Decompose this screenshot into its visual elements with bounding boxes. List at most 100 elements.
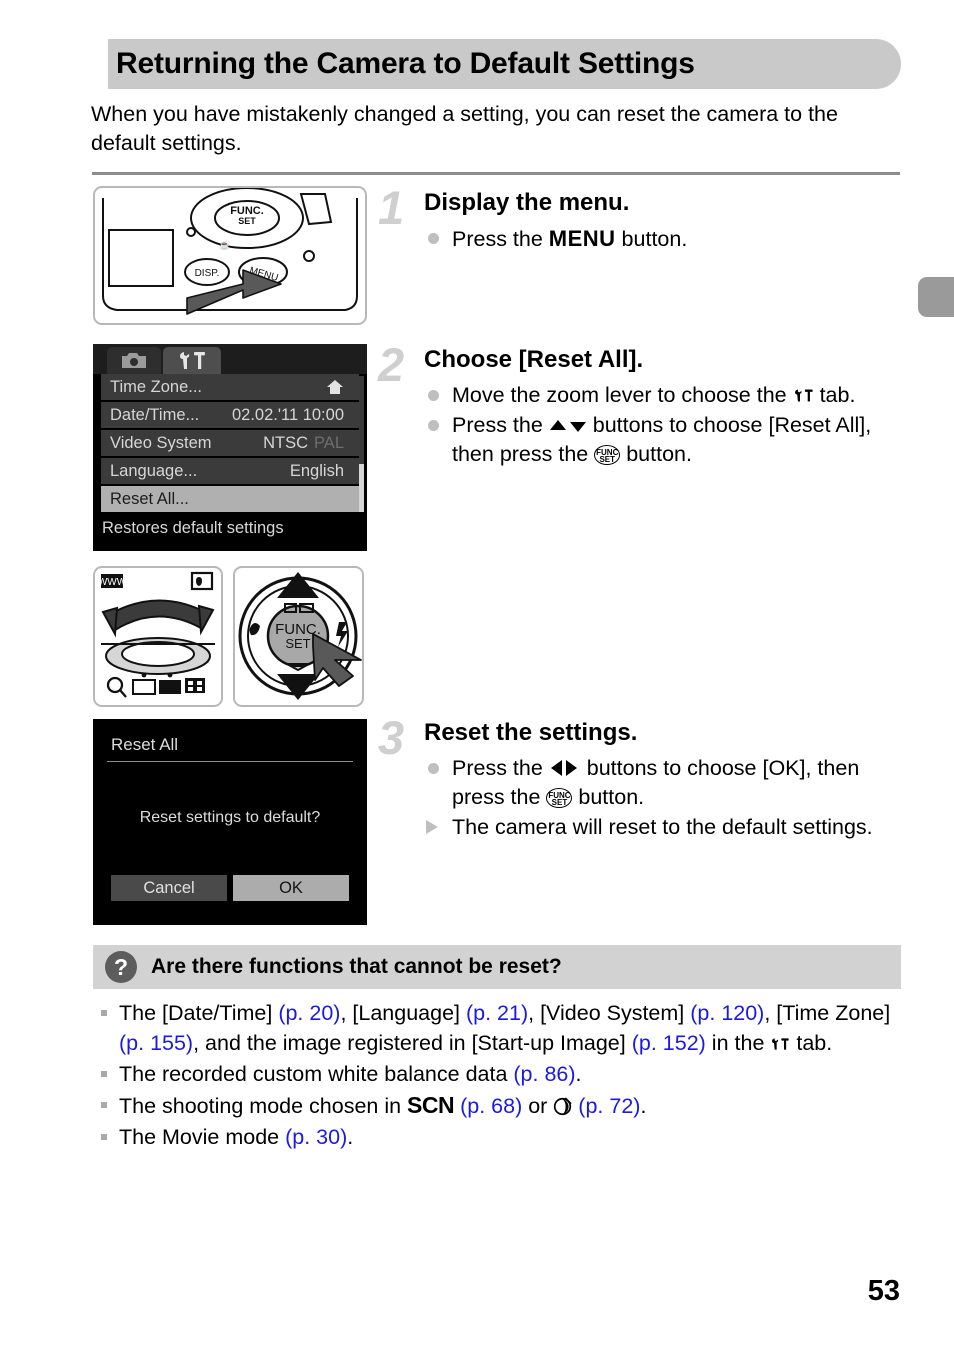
creative-filter-icon (554, 1097, 572, 1116)
video-system-active-value: NTSC (263, 433, 309, 452)
page-ref-link[interactable]: (p. 30) (285, 1125, 347, 1149)
faq-header-bar: ? Are there functions that cannot be res… (93, 945, 901, 989)
step-2: 2 Choose [Reset All]. Move the zoom leve… (378, 341, 902, 470)
reset-all-dialog-screenshot: Reset All Reset settings to default? Can… (93, 719, 367, 925)
settings-tab-icon (794, 389, 813, 402)
menu-row-label: Time Zone... (110, 377, 202, 396)
menu-tab-settings[interactable] (163, 347, 221, 374)
faq-seg: or (522, 1094, 554, 1118)
bullet-triangle-icon (426, 820, 438, 834)
page-ref-link[interactable]: (p. 155) (119, 1031, 193, 1055)
faq-seg: , [Video System] (528, 1001, 691, 1025)
svg-text:SET: SET (285, 636, 310, 651)
page-ref-link[interactable]: (p. 72) (578, 1094, 640, 1118)
svg-text:WWW: WWW (98, 577, 127, 588)
cancel-button[interactable]: Cancel (111, 875, 227, 901)
bullet-square-icon (101, 1010, 107, 1016)
menu-row-time-zone[interactable]: Time Zone... (101, 374, 359, 400)
dialog-separator (107, 761, 353, 762)
page-ref-link[interactable]: (p. 20) (278, 1001, 340, 1025)
bullet-dot-icon (428, 233, 439, 244)
bullet-text-pre: Press the (452, 756, 549, 780)
page-ref-link[interactable]: (p. 152) (632, 1031, 706, 1055)
step-3: 3 Reset the settings. Press the buttons … (378, 714, 902, 843)
svg-text:☕: ☕ (219, 239, 230, 250)
control-pad-illustration: FUNC. SET (233, 566, 364, 707)
menu-row-label: Date/Time... (110, 405, 200, 424)
menu-row-value: NTSC PAL (263, 434, 350, 453)
faq-seg: The Movie mode (119, 1125, 286, 1149)
bullet-item: Press the buttons to choose [OK], then p… (424, 754, 902, 812)
faq-seg: The recorded custom white balance data (119, 1062, 514, 1086)
intro-paragraph: When you have mistakenly changed a setti… (91, 102, 838, 155)
step-title: Choose [Reset All]. (424, 346, 644, 373)
menu-row-label: Video System (110, 433, 212, 452)
bullet-dot-icon (428, 390, 439, 401)
faq-seg: . (347, 1125, 354, 1149)
faq-title: Are there functions that cannot be reset… (151, 955, 562, 978)
menu-tab-bar (93, 344, 367, 374)
faq-seg: The shooting mode chosen in (119, 1094, 408, 1118)
bullet-dot-icon (428, 420, 439, 431)
faq-seg: in the (705, 1031, 771, 1055)
page-ref-link[interactable]: (p. 68) (460, 1094, 522, 1118)
ok-button[interactable]: OK (233, 875, 349, 901)
menu-row-date-time[interactable]: Date/Time... 02.02.'11 10:00 (101, 402, 359, 428)
step-bullet-list: Press the buttons to choose [OK], then p… (380, 754, 902, 842)
menu-tab-camera[interactable] (107, 347, 161, 374)
camera-icon (122, 353, 146, 368)
menu-row-label: Reset All... (110, 489, 189, 508)
dialog-button-row: Cancel OK (111, 875, 349, 901)
faq-seg: , and the image registered in [Start-up … (193, 1031, 632, 1055)
bullet-text-post: button. (572, 785, 645, 809)
bullet-square-icon (101, 1071, 107, 1077)
bullet-item: Move the zoom lever to choose the tab. (424, 381, 902, 410)
home-icon (327, 380, 343, 394)
page-ref-link[interactable]: (p. 120) (690, 1001, 764, 1025)
faq-seg: , [Language] (340, 1001, 466, 1025)
zoom-lever-illustration: WWW (93, 566, 223, 707)
menu-row-value: English (289, 461, 344, 480)
scn-mode-label: SCN (407, 1092, 455, 1118)
chapter-edge-tab (918, 277, 954, 317)
menu-scrollbar-thumb[interactable] (359, 464, 364, 512)
step-bullet-list: Move the zoom lever to choose the tab. P… (380, 381, 902, 469)
page-ref-link[interactable]: (p. 21) (466, 1001, 528, 1025)
control-pad-func-set-icon: FUNC. SET (238, 572, 362, 700)
up-down-arrows-icon (549, 420, 586, 432)
page-title-banner: Returning the Camera to Default Settings (108, 39, 901, 89)
camera-back-illustration: FUNC. SET DISP. MENU ☕ (93, 186, 367, 325)
menu-row-reset-all[interactable]: Reset All... (101, 486, 359, 512)
menu-help-text: Restores default settings (93, 516, 367, 538)
video-system-inactive-value: PAL (314, 433, 344, 452)
bullet-text-pre: Press the (452, 227, 549, 251)
faq-seg: tab. (790, 1031, 833, 1055)
faq-item-list: The [Date/Time] (p. 20), [Language] (p. … (95, 998, 905, 1153)
dialog-message: Reset settings to default? (139, 809, 321, 826)
faq-seg: , [Time Zone] (764, 1001, 891, 1025)
func-set-button-icon: FUNC SET (594, 445, 621, 465)
horizontal-divider (92, 172, 900, 175)
menu-row-language[interactable]: Language... English (101, 458, 359, 484)
wrench-hammer-icon (180, 352, 205, 369)
bullet-text-pre: Move the zoom lever to choose the (452, 383, 793, 407)
menu-row-value (326, 379, 350, 395)
faq-seg: . (575, 1062, 582, 1086)
zoom-lever-icon: WWW (98, 571, 215, 698)
menu-button-keyword: MENU (548, 226, 616, 251)
bullet-text-post: button. (615, 227, 688, 251)
page-title: Returning the Camera to Default Settings (116, 47, 695, 80)
left-right-arrows-icon (550, 760, 577, 776)
settings-tab-icon (772, 1038, 790, 1050)
bullet-square-icon (101, 1102, 107, 1108)
page-ref-link[interactable]: (p. 86) (513, 1062, 575, 1086)
bullet-dot-icon (428, 763, 439, 774)
menu-row-video-system[interactable]: Video System NTSC PAL (101, 430, 359, 456)
step-number: 2 (378, 338, 405, 391)
faq-seg: The [Date/Time] (119, 1001, 279, 1025)
bullet-text-pre: The camera will reset to the default set… (452, 815, 873, 839)
faq-item: The shooting mode chosen in SCN (p. 68) … (95, 1090, 905, 1121)
faq-seg: . (640, 1094, 647, 1118)
faq-item: The [Date/Time] (p. 20), [Language] (p. … (95, 998, 905, 1058)
page-number: 53 (867, 1275, 900, 1307)
